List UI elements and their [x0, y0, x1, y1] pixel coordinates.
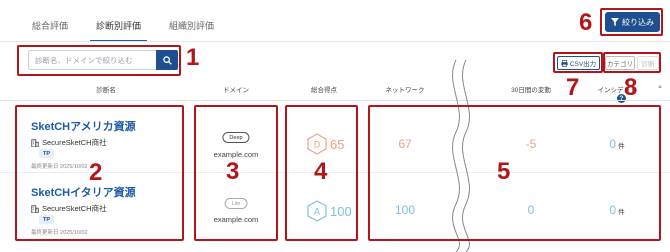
tab-per-diagnosis-evaluation[interactable]: 診断別評価: [82, 10, 155, 42]
tabs-divider: [0, 41, 670, 42]
column-header-network[interactable]: ネットワーク: [386, 84, 425, 94]
annotation-box-search: [17, 45, 181, 76]
column-header-name[interactable]: 診断名: [96, 84, 116, 94]
annotation-number: 8: [624, 74, 638, 101]
annotation-number: 6: [579, 9, 593, 36]
annotation-number: 7: [566, 74, 580, 101]
annotation-number: 5: [497, 158, 511, 185]
annotation-number: 1: [186, 44, 200, 71]
annotation-box-filter: [600, 8, 663, 36]
evaluation-tabs: 総合評価 診断別評価 組織別評価: [18, 10, 228, 42]
column-header-30day-change[interactable]: 30日間の変動: [511, 84, 551, 94]
column-header-domain[interactable]: ドメイン: [223, 84, 249, 94]
tab-organization-evaluation[interactable]: 組織別評価: [155, 10, 228, 42]
annotation-box-csv: [553, 52, 603, 73]
annotation-box-metrics: [368, 105, 661, 241]
annotation-box-category: [603, 52, 661, 73]
column-header-score[interactable]: 総合得点: [311, 84, 337, 94]
annotation-number: 3: [226, 158, 240, 185]
sort-caret-icon[interactable]: ▲: [657, 84, 663, 90]
annotation-number: 4: [314, 158, 328, 185]
tab-overall-evaluation[interactable]: 総合評価: [18, 10, 82, 42]
annotation-number: 2: [89, 159, 103, 186]
